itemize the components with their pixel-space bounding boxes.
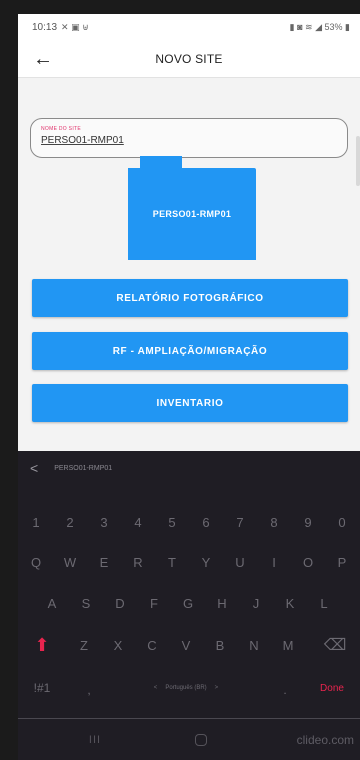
key-w[interactable]: W [56, 547, 84, 577]
rf-ampliacao-migracao-button[interactable]: RF - AMPLIAÇÃO/MIGRAÇÃO [32, 332, 348, 370]
key-m[interactable]: M [274, 630, 302, 660]
key-p[interactable]: P [328, 547, 356, 577]
folder-icon: PERSO01-RMP01 [128, 168, 256, 260]
comma-key[interactable]: , [76, 673, 102, 703]
status-right: ▮ ◙ ≋ ◢ 53% ▮ [290, 22, 350, 33]
relatorio-fotografico-button[interactable]: RELATÓRIO FOTOGRÁFICO [32, 279, 348, 317]
backspace-icon[interactable]: ⌫ [314, 630, 356, 660]
phone-screen: 10:13 ✕ ▣ ⊎ ▮ ◙ ≋ ◢ 53% ▮ ← NOVO SITE NO… [18, 14, 360, 760]
inventario-button[interactable]: INVENTARIO [32, 384, 348, 422]
key-3[interactable]: 3 [90, 507, 118, 537]
key-7[interactable]: 7 [226, 507, 254, 537]
key-8[interactable]: 8 [260, 507, 288, 537]
letter-row-1: Q W E R T Y U I O P [18, 547, 360, 581]
key-6[interactable]: 6 [192, 507, 220, 537]
key-0[interactable]: 0 [328, 507, 356, 537]
number-row: 1 2 3 4 5 6 7 8 9 0 [18, 507, 360, 541]
suggestion-collapse-icon[interactable]: < [30, 460, 38, 476]
site-name-label: NOME DO SITE [41, 126, 81, 132]
status-time: 10:13 [32, 21, 58, 33]
key-5[interactable]: 5 [158, 507, 186, 537]
key-r[interactable]: R [124, 547, 152, 577]
home-icon[interactable] [186, 729, 216, 751]
notification-icons: ✕ ▣ ⊎ [61, 21, 89, 32]
space-bar-language-label: Português (BR) [165, 685, 207, 691]
soft-keyboard: < PERSO01-RMP01 1 2 3 4 5 6 7 8 9 0 Q W … [18, 451, 360, 760]
key-i[interactable]: I [260, 547, 288, 577]
suggestion-word[interactable]: PERSO01-RMP01 [54, 465, 112, 472]
shift-icon[interactable]: ⬆ [22, 630, 62, 660]
key-4[interactable]: 4 [124, 507, 152, 537]
key-k[interactable]: K [276, 588, 304, 618]
status-bar: 10:13 ✕ ▣ ⊎ ▮ ◙ ≋ ◢ 53% ▮ [18, 14, 360, 40]
back-arrow-icon[interactable]: ← [30, 46, 56, 72]
page-title: NOVO SITE [155, 51, 223, 66]
main-content: NOME DO SITE PERSO01-RMP01 PERSO01-RMP01… [18, 78, 360, 451]
key-o[interactable]: O [294, 547, 322, 577]
suggestion-bar: < PERSO01-RMP01 [18, 451, 360, 485]
letter-row-2: A S D F G H J K L [18, 588, 360, 622]
watermark: clideo.com [296, 733, 354, 747]
key-1[interactable]: 1 [22, 507, 50, 537]
symbols-key[interactable]: !#1 [22, 673, 62, 703]
key-u[interactable]: U [226, 547, 254, 577]
key-g[interactable]: G [174, 588, 202, 618]
key-l[interactable]: L [310, 588, 338, 618]
key-v[interactable]: V [172, 630, 200, 660]
navigation-bar: III clideo.com [18, 721, 360, 760]
done-key[interactable]: Done [308, 673, 356, 703]
scrollbar-thumb[interactable] [356, 136, 360, 186]
space-bar[interactable]: < Português (BR) > [110, 673, 262, 703]
status-left: 10:13 ✕ ▣ ⊎ [32, 22, 89, 33]
letter-row-3: ⬆ Z X C V B N M ⌫ [18, 630, 360, 664]
key-e[interactable]: E [90, 547, 118, 577]
key-x[interactable]: X [104, 630, 132, 660]
app-bar: ← NOVO SITE [18, 40, 360, 78]
key-2[interactable]: 2 [56, 507, 84, 537]
key-n[interactable]: N [240, 630, 268, 660]
language-prev-icon: < [153, 685, 158, 691]
key-b[interactable]: B [206, 630, 234, 660]
key-j[interactable]: J [242, 588, 270, 618]
key-f[interactable]: F [140, 588, 168, 618]
site-name-value[interactable]: PERSO01-RMP01 [41, 135, 337, 146]
key-t[interactable]: T [158, 547, 186, 577]
key-c[interactable]: C [138, 630, 166, 660]
bottom-key-row: !#1 , < Português (BR) > . Done [18, 673, 360, 707]
key-9[interactable]: 9 [294, 507, 322, 537]
keyboard-divider [18, 718, 360, 719]
period-key[interactable]: . [272, 673, 298, 703]
system-status-icons: ▮ ◙ ≋ ◢ 53% ▮ [289, 21, 350, 32]
key-s[interactable]: S [72, 588, 100, 618]
key-q[interactable]: Q [22, 547, 50, 577]
key-y[interactable]: Y [192, 547, 220, 577]
key-h[interactable]: H [208, 588, 236, 618]
site-name-field[interactable]: NOME DO SITE PERSO01-RMP01 [30, 118, 348, 158]
folder-label: PERSO01-RMP01 [152, 209, 232, 219]
home-icon-shape [195, 734, 207, 746]
key-z[interactable]: Z [70, 630, 98, 660]
key-a[interactable]: A [38, 588, 66, 618]
language-next-icon: > [214, 685, 219, 691]
recent-apps-icon[interactable]: III [80, 729, 110, 751]
key-d[interactable]: D [106, 588, 134, 618]
site-folder[interactable]: PERSO01-RMP01 [128, 156, 256, 260]
